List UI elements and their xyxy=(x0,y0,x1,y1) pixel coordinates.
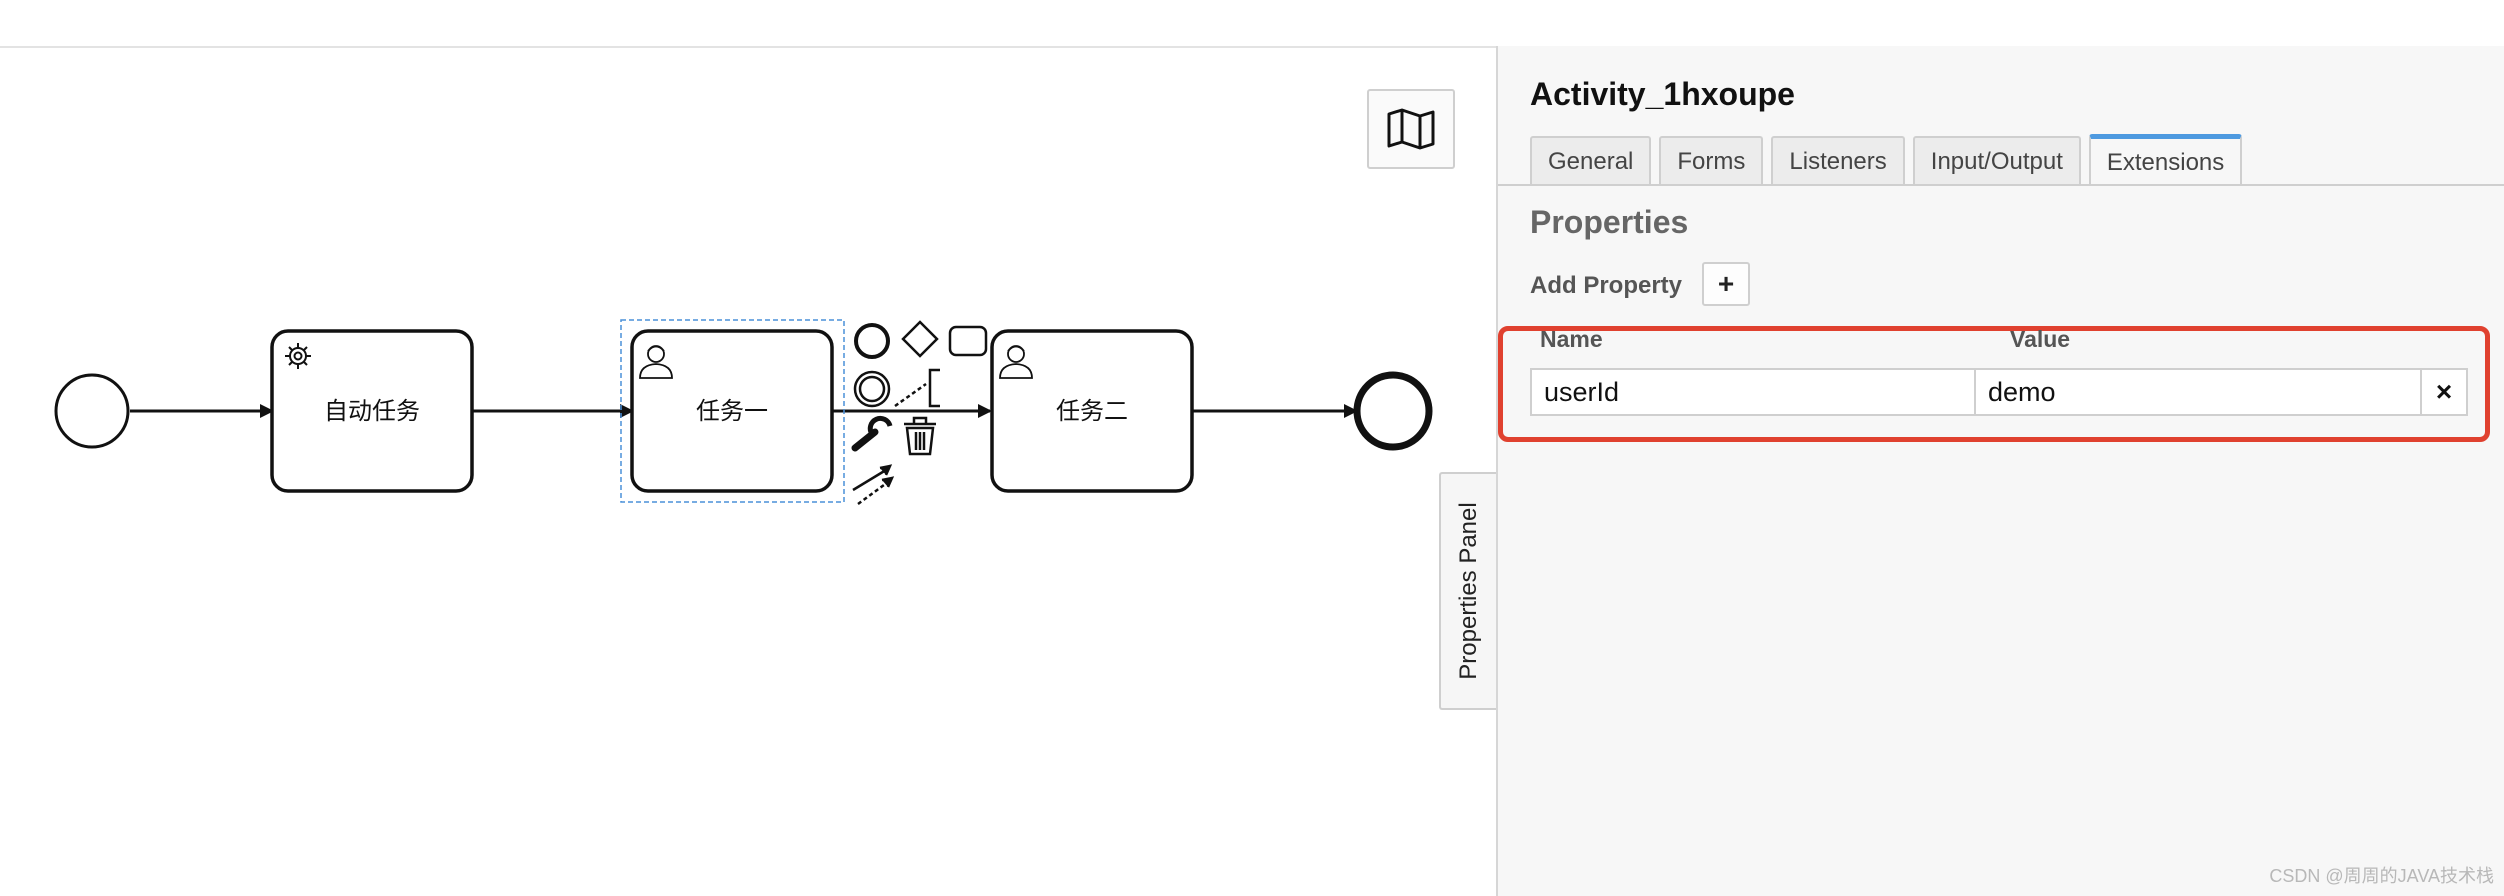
add-property-label: Add Property xyxy=(1530,272,1683,299)
panel-title: Activity_1hxoupe xyxy=(1530,76,1795,112)
add-property-button[interactable]: + xyxy=(1702,262,1750,306)
gateway-icon[interactable] xyxy=(901,320,939,358)
service-task-auto[interactable]: 自动任务 xyxy=(270,329,474,493)
text-annotation-icon[interactable] xyxy=(894,368,940,408)
properties-panel-toggle[interactable]: Properties Panel xyxy=(1439,472,1497,710)
name-column-header: Name xyxy=(1540,326,1603,352)
user-task-two[interactable]: 任务二 xyxy=(990,329,1194,493)
end-event[interactable] xyxy=(1353,371,1433,451)
tab-listeners[interactable]: Listeners xyxy=(1771,136,1905,186)
minimap-toggle-button[interactable] xyxy=(1367,89,1455,169)
trash-icon[interactable] xyxy=(904,416,936,456)
tab-general[interactable]: General xyxy=(1530,136,1652,186)
section-title: Properties xyxy=(1530,204,1689,240)
property-name-input[interactable]: userId xyxy=(1530,368,1976,416)
map-icon xyxy=(1387,108,1435,150)
user-task-one[interactable]: 任务一 xyxy=(630,329,834,493)
start-event[interactable] xyxy=(54,373,130,449)
tab-input-output[interactable]: Input/Output xyxy=(1912,136,2081,186)
properties-panel: Activity_1hxoupe General Forms Listeners… xyxy=(1496,46,2504,896)
tab-forms[interactable]: Forms xyxy=(1659,136,1764,186)
watermark: CSDN @周周的JAVA技术栈 xyxy=(2269,866,2494,886)
wrench-icon[interactable] xyxy=(851,415,893,452)
task-icon[interactable] xyxy=(948,325,988,357)
tab-extensions[interactable]: Extensions xyxy=(2088,134,2243,186)
node-label: 自动任务 xyxy=(324,398,420,425)
bpmn-canvas[interactable]: 自动任务 任务一 任务二 xyxy=(0,0,1440,896)
panel-tabs: General Forms Listeners Input/Output Ext… xyxy=(1530,134,2250,186)
value-column-header: Value xyxy=(2010,326,2071,352)
node-label: 任务二 xyxy=(1056,398,1128,425)
node-label: 任务一 xyxy=(696,398,768,425)
end-event-icon[interactable] xyxy=(853,370,891,408)
property-value-input[interactable]: demo xyxy=(1974,368,2422,416)
delete-property-button[interactable]: × xyxy=(2420,368,2468,416)
context-pad xyxy=(851,320,988,506)
intermediate-event-icon[interactable] xyxy=(854,323,890,359)
connect-icon[interactable] xyxy=(852,464,895,506)
tabs-divider xyxy=(1498,184,2504,186)
properties-panel-toggle-label: Properties Panel xyxy=(1455,502,1482,680)
